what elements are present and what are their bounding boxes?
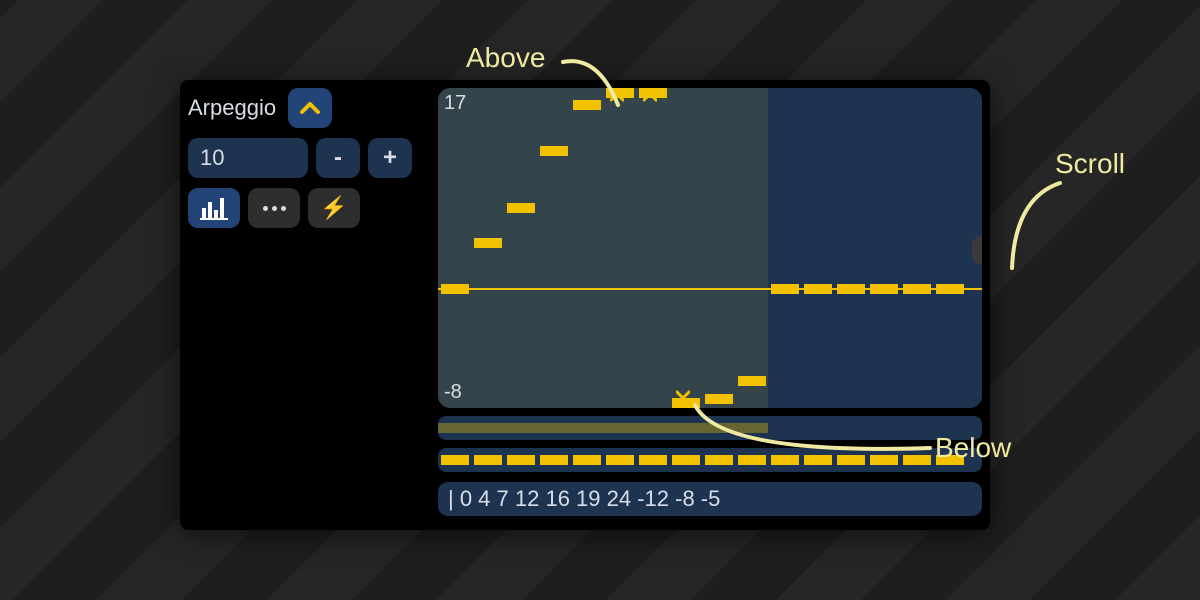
bolt-button[interactable]: ⚡ [308,188,360,228]
overview-seg [540,455,568,465]
step-bar[interactable] [738,376,766,386]
collapse-button[interactable] [288,88,332,128]
step-bar[interactable] [441,284,469,294]
bolt-icon: ⚡ [320,195,347,221]
scroll-handle[interactable] [972,236,982,264]
controls-column: Arpeggio 10 - + ⚡ [188,88,428,238]
step-bar[interactable] [936,284,964,294]
value-text: | 0 4 7 12 16 19 24 -12 -8 -5 [448,486,720,512]
step-bar[interactable] [540,146,568,156]
increment-button[interactable]: + [368,138,412,178]
overview-seg [474,455,502,465]
bars-view-button[interactable] [188,188,240,228]
y-axis-bottom-label: -8 [444,381,462,404]
step-bar[interactable] [903,284,931,294]
step-bar[interactable] [870,284,898,294]
active-region-shade [438,88,768,408]
callout-below-arrow [690,400,940,470]
chevron-up-icon [300,101,320,115]
step-bar[interactable] [837,284,865,294]
decrement-button[interactable]: - [316,138,360,178]
overview-seg [441,455,469,465]
callout-above: Above [466,42,545,74]
y-axis-top-label: 17 [444,92,466,115]
callout-scroll-arrow [1000,178,1070,278]
step-bar[interactable] [771,284,799,294]
overview-seg [639,455,667,465]
more-icon [263,206,286,211]
panel-title: Arpeggio [188,95,276,121]
overview-seg [573,455,601,465]
bar-chart-icon [202,198,226,218]
callout-above-arrow [558,50,648,110]
step-bar[interactable] [474,238,502,248]
overview-seg [507,455,535,465]
step-bar[interactable] [804,284,832,294]
value-text-bar[interactable]: | 0 4 7 12 16 19 24 -12 -8 -5 [438,482,982,516]
step-count-value: 10 [200,145,224,171]
step-bar[interactable] [507,203,535,213]
overflow-below-caret [676,390,690,400]
step-count-input[interactable]: 10 [188,138,308,178]
callout-scroll: Scroll [1055,148,1125,180]
bar-graph[interactable]: 17 -8 [438,88,982,408]
more-button[interactable] [248,188,300,228]
zero-line [438,288,982,290]
overview-seg [606,455,634,465]
callout-below: Below [935,432,1011,464]
